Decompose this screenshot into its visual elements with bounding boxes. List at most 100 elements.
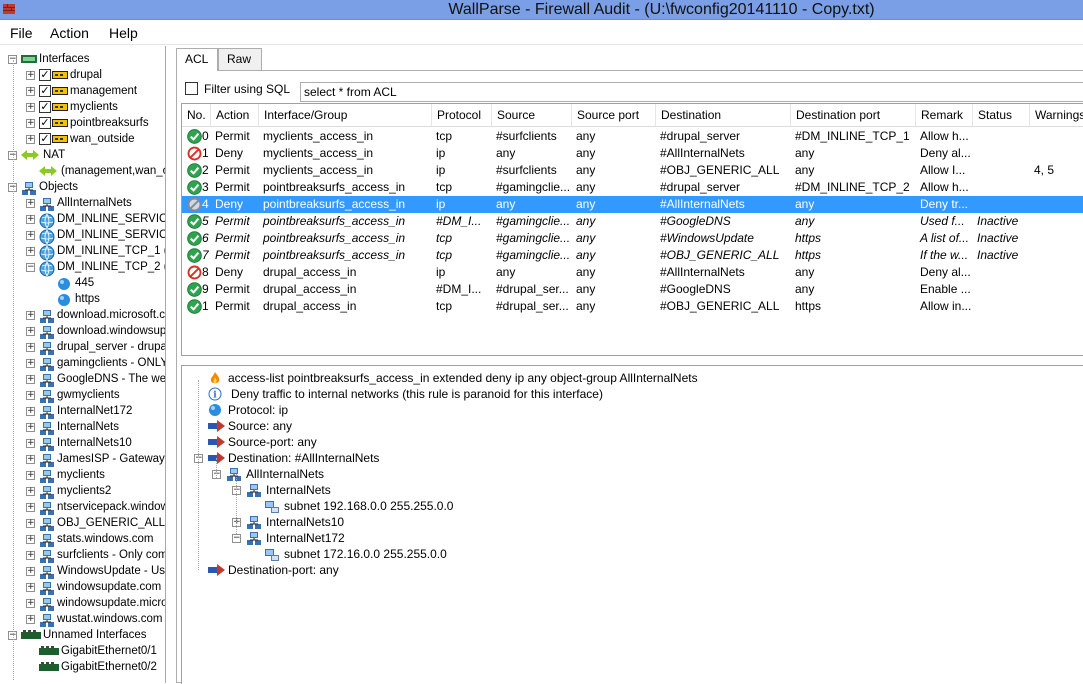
table-row[interactable]: 7 Permit pointbreaksurfs_access_in tcp #gami…	[182, 247, 1083, 264]
expand-icon[interactable]: +	[26, 519, 35, 528]
detail-node[interactable]: Destination-port: any	[182, 562, 1082, 578]
column-header-8[interactable]: Remark	[916, 104, 973, 127]
expand-icon[interactable]: +	[26, 231, 35, 240]
tree-port-1[interactable]: https	[0, 291, 165, 307]
checkbox[interactable]: ✓	[39, 117, 51, 129]
tree-obj2-14[interactable]: + stats.windows.com	[0, 531, 165, 547]
tree-obj2-8[interactable]: + InternalNets10	[0, 435, 165, 451]
tab-acl[interactable]: ACL	[176, 48, 218, 71]
table-row[interactable]: 6 Permit pointbreaksurfs_access_in tcp #gami…	[182, 230, 1083, 247]
tree-obj2-1[interactable]: + download.windowsup	[0, 323, 165, 339]
table-row[interactable]: 3 Permit pointbreaksurfs_access_in tcp #gami…	[182, 179, 1083, 196]
expand-icon[interactable]: +	[26, 215, 35, 224]
tree-obj2-13[interactable]: + OBJ_GENERIC_ALL	[0, 515, 165, 531]
tree-obj2-12[interactable]: + ntservicepack.window	[0, 499, 165, 515]
expand-icon[interactable]: +	[26, 199, 35, 208]
column-header-1[interactable]: Action	[211, 104, 259, 127]
table-row[interactable]: 0 Permit myclients_access_in tcp #surfclient…	[182, 128, 1083, 145]
table-row[interactable]: 9 Permit drupal_access_in #DM_I... #drupal_s…	[182, 281, 1083, 298]
expand-icon[interactable]: +	[26, 455, 35, 464]
expand-icon[interactable]: +	[26, 87, 35, 96]
column-header-9[interactable]: Status	[973, 104, 1030, 127]
expand-icon[interactable]: +	[26, 439, 35, 448]
detail-node[interactable]: − Destination: #AllInternalNets	[182, 450, 1082, 466]
checkbox[interactable]: ✓	[39, 101, 51, 113]
tree-obj2-4[interactable]: + GoogleDNS - The we	[0, 371, 165, 387]
object-tree[interactable]: − Interfaces + ✓ drupal + ✓ management + ✓ myclien…	[0, 46, 166, 683]
expand-icon[interactable]: +	[26, 551, 35, 560]
column-header-0[interactable]: No.	[182, 104, 211, 127]
tree-obj-4[interactable]: − DM_INLINE_TCP_2 (	[0, 259, 165, 277]
expand-icon[interactable]: +	[26, 343, 35, 352]
column-header-4[interactable]: Source	[492, 104, 572, 127]
tree-obj2-19[interactable]: + wustat.windows.com	[0, 611, 165, 627]
filter-sql-checkbox[interactable]	[185, 82, 198, 95]
tree-obj-0[interactable]: + AllInternalNets	[0, 195, 165, 211]
tree-obj2-2[interactable]: + drupal_server - drupal	[0, 339, 165, 355]
table-row[interactable]: 4 Deny pointbreaksurfs_access_in ip any any #A…	[182, 196, 1083, 213]
detail-node[interactable]: i Deny traffic to internal networks (this…	[182, 386, 1082, 402]
tree-interfaces[interactable]: − Interfaces	[0, 51, 165, 67]
expand-icon[interactable]: +	[26, 71, 35, 80]
checkbox[interactable]: ✓	[39, 133, 51, 145]
expand-icon[interactable]: +	[26, 391, 35, 400]
tree-obj2-9[interactable]: + JamesISP - Gateway t	[0, 451, 165, 467]
table-row[interactable]: 1 Permit drupal_access_in tcp #drupal_ser...…	[182, 298, 1083, 315]
expand-icon[interactable]: +	[26, 487, 35, 496]
tree-iface-0[interactable]: + ✓ drupal	[0, 67, 165, 83]
expand-icon[interactable]: +	[26, 311, 35, 320]
expand-icon[interactable]: +	[26, 407, 35, 416]
tree-nat-child[interactable]: (management,wan_out	[0, 163, 165, 179]
tree-obj2-16[interactable]: + WindowsUpdate - Use	[0, 563, 165, 579]
detail-node[interactable]: Source: any	[182, 418, 1082, 434]
tree-obj2-11[interactable]: + myclients2	[0, 483, 165, 499]
tree-obj2-6[interactable]: + InternalNet172	[0, 403, 165, 419]
expand-icon[interactable]: +	[26, 503, 35, 512]
expand-icon[interactable]: +	[26, 247, 35, 256]
expand-icon[interactable]: +	[26, 423, 35, 432]
tree-obj2-15[interactable]: + surfclients - Only comp	[0, 547, 165, 563]
menu-help[interactable]: Help	[109, 25, 138, 41]
expand-icon[interactable]: +	[26, 327, 35, 336]
tree-unnamed[interactable]: − Unnamed Interfaces	[0, 627, 165, 643]
tree-obj2-10[interactable]: + myclients	[0, 467, 165, 483]
collapse-icon[interactable]: −	[26, 263, 35, 272]
table-row[interactable]: 5 Permit pointbreaksurfs_access_in #DM_I...…	[182, 213, 1083, 230]
table-row[interactable]: 1 Deny myclients_access_in ip any any #AllInte…	[182, 145, 1083, 162]
expand-icon[interactable]: +	[26, 359, 35, 368]
detail-node[interactable]: Source-port: any	[182, 434, 1082, 450]
tree-obj2-3[interactable]: + gamingclients - ONLY	[0, 355, 165, 371]
tree-nat[interactable]: − NAT	[0, 147, 165, 163]
column-header-3[interactable]: Protocol	[432, 104, 492, 127]
tree-objects[interactable]: − Objects	[0, 179, 165, 195]
detail-node[interactable]: + InternalNets10	[182, 514, 1082, 530]
tree-obj2-17[interactable]: + windowsupdate.com	[0, 579, 165, 595]
expand-icon[interactable]: +	[26, 535, 35, 544]
checkbox[interactable]: ✓	[39, 85, 51, 97]
tree-obj2-7[interactable]: + InternalNets	[0, 419, 165, 435]
menu-file[interactable]: File	[10, 25, 33, 41]
tree-port-0[interactable]: 445	[0, 275, 165, 291]
menu-action[interactable]: Action	[50, 25, 89, 41]
tree-iface-3[interactable]: + ✓ pointbreaksurfs	[0, 115, 165, 131]
collapse-icon[interactable]: −	[232, 534, 241, 543]
tree-unnamed-0[interactable]: GigabitEthernet0/1	[0, 643, 165, 659]
detail-node[interactable]: subnet 192.168.0.0 255.255.0.0	[182, 498, 1082, 514]
tree-obj2-18[interactable]: + windowsupdate.micro	[0, 595, 165, 611]
tab-raw[interactable]: Raw	[218, 48, 262, 70]
tree-iface-2[interactable]: + ✓ myclients	[0, 99, 165, 115]
column-header-10[interactable]: Warnings	[1030, 104, 1083, 127]
table-row[interactable]: 8 Deny drupal_access_in ip any any #AllInterna…	[182, 264, 1083, 281]
checkbox[interactable]: ✓	[39, 69, 51, 81]
table-row[interactable]: 2 Permit myclients_access_in ip #surfclients…	[182, 162, 1083, 179]
expand-icon[interactable]: +	[26, 103, 35, 112]
expand-icon[interactable]: +	[26, 471, 35, 480]
detail-node[interactable]: − AllInternalNets	[182, 466, 1082, 482]
detail-node[interactable]: access-list pointbreaksurfs_access_in ex…	[182, 370, 1082, 386]
expand-icon[interactable]: +	[26, 599, 35, 608]
expand-icon[interactable]: +	[26, 135, 35, 144]
tree-obj2-0[interactable]: + download.microsoft.co	[0, 307, 165, 323]
tree-obj-3[interactable]: + DM_INLINE_TCP_1 (	[0, 243, 165, 261]
expand-icon[interactable]: +	[26, 119, 35, 128]
tree-iface-4[interactable]: + ✓ wan_outside	[0, 131, 165, 147]
